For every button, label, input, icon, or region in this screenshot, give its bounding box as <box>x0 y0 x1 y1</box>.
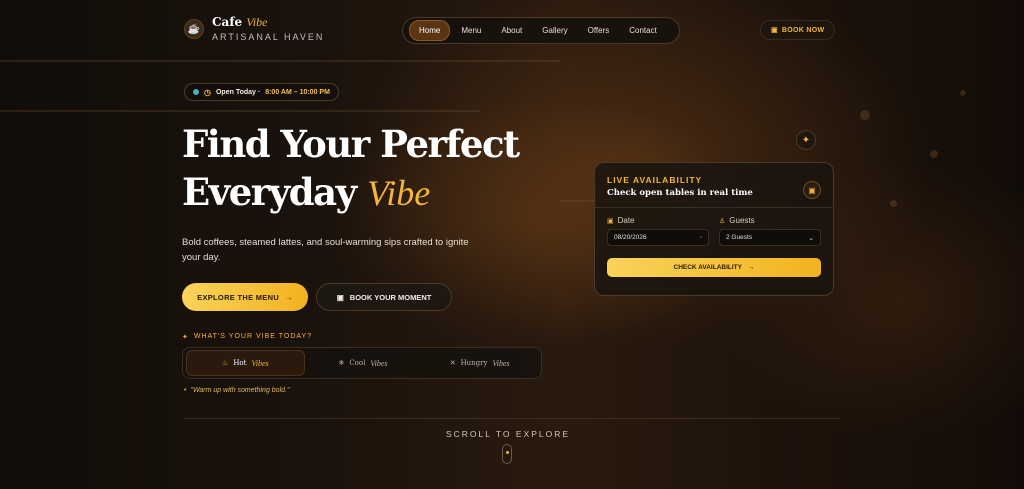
guests-value: 2 Guests <box>726 234 753 241</box>
availability-eyebrow: LIVE AVAILABILITY <box>607 175 703 185</box>
check-availability-button[interactable]: CHECK AVAILABILITY → <box>607 258 821 277</box>
nav-home[interactable]: Home <box>409 20 451 41</box>
background-light <box>860 110 870 120</box>
vibe-quote: • "Warm up with something bold." <box>184 387 289 394</box>
hero-subtitle: Bold coffees, steamed lattes, and soul-w… <box>182 237 469 263</box>
explore-menu-button[interactable]: EXPLORE THE MENU → <box>182 283 308 311</box>
guests-label-text: Guests <box>729 216 755 225</box>
coffee-cup-icon: ☕ <box>184 19 204 39</box>
nav-about[interactable]: About <box>492 21 531 40</box>
vibe-option-hungry[interactable]: ✕ Hungry Vibes <box>421 350 538 376</box>
book-now-button[interactable]: ▣ BOOK NOW <box>760 20 836 40</box>
utensils-icon: ✕ <box>449 359 456 367</box>
explore-menu-label: EXPLORE THE MENU <box>197 292 280 302</box>
date-field-group: ▣ Date 08/20/2026 ▫ <box>607 216 709 246</box>
background-shelf <box>0 110 480 112</box>
vibe-picker-label: ✦ WHAT'S YOUR VIBE TODAY? <box>182 333 312 341</box>
snowflake-icon: ❄ <box>338 359 345 367</box>
vibe-picker: ♨ Hot Vibes ❄ Cool Vibes ✕ Hungry Vibes <box>182 347 542 379</box>
book-moment-label: BOOK YOUR MOMENT <box>349 292 432 302</box>
book-moment-button[interactable]: ▣ BOOK YOUR MOMENT <box>316 283 452 311</box>
open-hours: 8:00 AM – 10:00 PM <box>265 88 330 96</box>
hero-headline: Find Your Perfect Everyday Vibe <box>182 120 520 217</box>
vibe-option-accent: Vibes <box>492 358 510 368</box>
background-light <box>930 150 938 158</box>
calendar-icon: ▣ <box>803 181 821 199</box>
background-shelf <box>0 60 560 62</box>
background-light <box>890 200 897 207</box>
main-nav: Home Menu About Gallery Offers Contact <box>402 17 680 44</box>
nav-menu[interactable]: Menu <box>452 21 490 40</box>
card-divider <box>595 207 833 208</box>
clock-icon: ◷ <box>204 87 211 97</box>
guests-select[interactable]: 2 Guests ⌄ <box>719 229 821 246</box>
background-light <box>960 90 966 96</box>
check-availability-label: CHECK AVAILABILITY <box>673 264 743 271</box>
calendar-picker-icon: ▫ <box>699 234 702 241</box>
vibe-option-word: Hot <box>233 359 247 367</box>
headline-line-1: Find Your Perfect <box>182 122 520 166</box>
vibe-option-hot[interactable]: ♨ Hot Vibes <box>186 350 305 376</box>
status-dot <box>193 89 199 95</box>
date-label-text: Date <box>617 216 635 225</box>
nav-contact[interactable]: Contact <box>620 21 666 40</box>
calendar-icon: ▣ <box>607 217 614 225</box>
nav-offers[interactable]: Offers <box>579 21 619 40</box>
sparkle-icon: ✦ <box>182 334 189 341</box>
flame-icon: ♨ <box>222 359 229 367</box>
user-icon: ♙ <box>719 217 726 225</box>
headline-accent: Vibe <box>366 173 431 213</box>
calendar-icon: ▣ <box>771 27 778 34</box>
arrow-right-icon: → <box>285 292 293 302</box>
bullet-icon: • <box>184 387 187 394</box>
arrow-right-icon: → <box>748 264 755 271</box>
nav-gallery[interactable]: Gallery <box>533 21 576 40</box>
open-label: Open Today · <box>215 88 261 96</box>
availability-card: LIVE AVAILABILITY Check open tables in r… <box>594 162 834 296</box>
vibe-option-word: Cool <box>349 359 366 367</box>
brand-logo[interactable]: ☕ Cafe Vibe ARTISANAL HAVEN <box>184 16 324 42</box>
date-input[interactable]: 08/20/2026 ▫ <box>607 229 709 246</box>
scroll-dot <box>505 451 509 454</box>
headline-line-2: Everyday <box>182 170 357 214</box>
scroll-to-explore[interactable]: SCROLL TO EXPLORE <box>0 429 1016 439</box>
brand-name: Cafe Vibe <box>212 15 268 29</box>
sparkle-icon[interactable]: ✦ <box>796 130 816 150</box>
book-now-label: BOOK NOW <box>781 26 825 34</box>
scroll-indicator-icon[interactable] <box>502 444 512 464</box>
vibe-option-accent: Vibes <box>251 358 269 368</box>
brand-tagline: ARTISANAL HAVEN <box>212 32 325 42</box>
date-label: ▣ Date <box>607 216 709 225</box>
chevron-down-icon: ⌄ <box>808 234 814 242</box>
date-value: 08/20/2026 <box>614 234 647 241</box>
vibe-option-word: Hungry <box>460 359 488 367</box>
vibe-option-cool[interactable]: ❄ Cool Vibes <box>305 350 422 376</box>
guests-field-group: ♙ Guests 2 Guests ⌄ <box>719 216 821 246</box>
guests-label: ♙ Guests <box>719 216 821 225</box>
vibe-option-accent: Vibes <box>370 358 388 368</box>
open-hours-badge: ◷ Open Today · 8:00 AM – 10:00 PM <box>184 83 339 101</box>
calendar-icon: ▣ <box>336 292 344 302</box>
vibe-picker-label-text: WHAT'S YOUR VIBE TODAY? <box>193 333 313 340</box>
availability-title: Check open tables in real time <box>607 188 753 198</box>
vibe-quote-text: "Warm up with something bold." <box>190 387 290 394</box>
section-divider <box>184 418 840 419</box>
